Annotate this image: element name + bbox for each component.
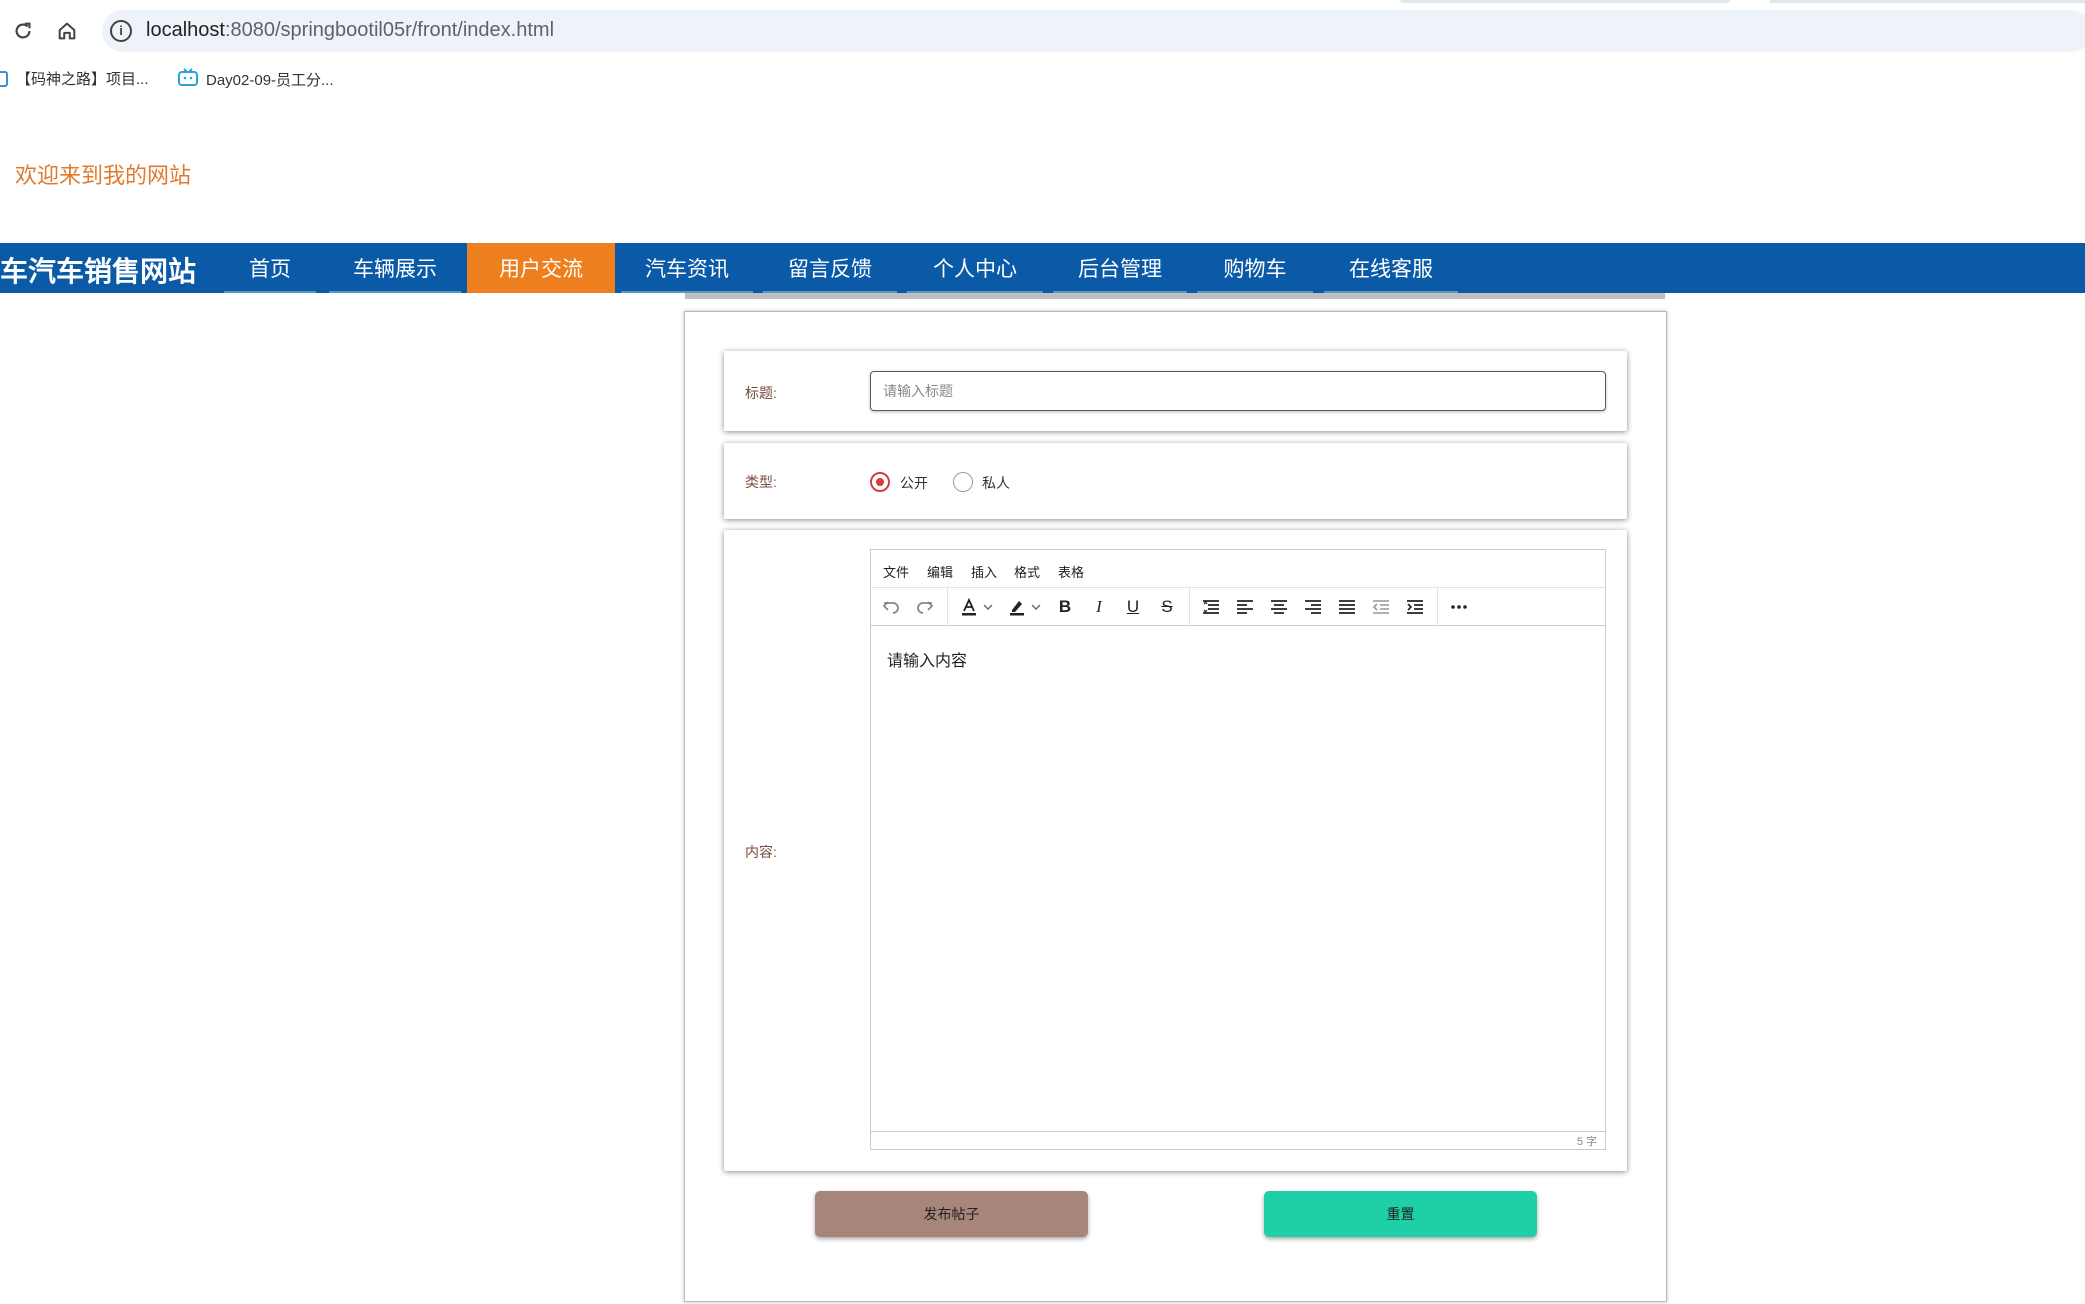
bookmark-label: Day02-09-员工分... <box>206 71 334 89</box>
align-right-icon[interactable] <box>1301 594 1325 620</box>
nav-label: 汽车资讯 <box>645 258 729 281</box>
nav-item-vehicles[interactable]: 车辆展示 <box>325 243 465 293</box>
title-label: 标题: <box>745 385 777 401</box>
line-height-icon[interactable] <box>1199 594 1223 620</box>
nav-label: 购物车 <box>1223 258 1287 281</box>
radio-private[interactable] <box>953 472 973 492</box>
title-input[interactable]: 请输入标题 <box>870 371 1606 411</box>
rich-text-editor[interactable]: 文件 编辑 插入 格式 表格 B I U S 请输入内容 5 字 <box>870 549 1606 1150</box>
redo-icon[interactable] <box>913 594 937 620</box>
bookmark-item-2[interactable]: Day02-09-员工分... <box>178 68 334 90</box>
menu-insert[interactable]: 插入 <box>971 562 997 581</box>
site-brand[interactable]: 车汽车销售网站 <box>0 250 196 290</box>
type-section <box>724 443 1627 519</box>
nav-label: 车辆展示 <box>353 258 437 281</box>
url-text[interactable]: localhost:8080/springbootil05r/front/ind… <box>146 19 554 42</box>
home-icon[interactable] <box>52 16 82 46</box>
nav-label: 个人中心 <box>933 258 1017 281</box>
tab-strip-edge-right <box>1770 0 2085 3</box>
bookmark-label: 【码神之路】项目... <box>16 71 149 88</box>
reset-button[interactable]: 重置 <box>1264 1191 1537 1237</box>
editor-toolbar: B I U S <box>871 588 1605 626</box>
nav-underline <box>224 291 316 293</box>
nav-item-profile[interactable]: 个人中心 <box>903 243 1047 293</box>
site-info-icon[interactable]: i <box>110 20 132 42</box>
nav-item-home[interactable]: 首页 <box>220 243 320 293</box>
bold-icon[interactable]: B <box>1053 594 1077 620</box>
nav-item-cart[interactable]: 购物车 <box>1193 243 1317 293</box>
indent-icon[interactable] <box>1403 594 1427 620</box>
align-justify-icon[interactable] <box>1335 594 1359 620</box>
editor-menubar: 文件 编辑 插入 格式 表格 <box>871 550 1605 588</box>
nav-underline <box>329 291 461 293</box>
editor-statusbar: 5 字 <box>871 1131 1605 1149</box>
menu-format[interactable]: 格式 <box>1014 562 1040 581</box>
nav-shadow <box>685 293 1665 299</box>
editor-content[interactable]: 请输入内容 <box>887 647 967 671</box>
align-left-icon[interactable] <box>1233 594 1257 620</box>
text-color-icon[interactable] <box>957 594 981 620</box>
reload-icon[interactable] <box>8 16 38 46</box>
underline-icon[interactable]: U <box>1121 594 1145 620</box>
nav-label: 首页 <box>249 258 291 281</box>
nav-label: 留言反馈 <box>788 258 872 281</box>
strikethrough-icon[interactable]: S <box>1155 594 1179 620</box>
content-label: 内容: <box>745 844 777 860</box>
publish-button[interactable]: 发布帖子 <box>815 1191 1088 1237</box>
url-host: localhost <box>146 19 225 41</box>
more-icon[interactable] <box>1447 594 1471 620</box>
nav-label: 后台管理 <box>1078 258 1162 281</box>
menu-table[interactable]: 表格 <box>1058 562 1084 581</box>
text-color-dropdown-icon[interactable] <box>981 594 995 620</box>
type-label: 类型: <box>745 474 777 490</box>
welcome-text: 欢迎来到我的网站 <box>15 163 192 188</box>
nav-item-feedback[interactable]: 留言反馈 <box>759 243 901 293</box>
radio-private-label[interactable]: 私人 <box>982 473 1010 493</box>
bilibili-icon <box>178 68 198 90</box>
toolbar-separator <box>1437 588 1438 626</box>
nav-item-news[interactable]: 汽车资讯 <box>617 243 757 293</box>
word-count: 5 字 <box>1576 1136 1597 1148</box>
nav-label: 在线客服 <box>1349 258 1433 281</box>
radio-public[interactable] <box>870 472 890 492</box>
nav-item-admin[interactable]: 后台管理 <box>1049 243 1191 293</box>
outdent-icon[interactable] <box>1369 594 1393 620</box>
tab-strip-edge <box>1400 0 1730 3</box>
bookmark-item-1[interactable]: 【码神之路】项目... <box>0 68 149 89</box>
toolbar-separator <box>947 588 948 626</box>
nav-label: 用户交流 <box>499 258 583 281</box>
menu-file[interactable]: 文件 <box>883 562 909 581</box>
undo-icon[interactable] <box>879 594 903 620</box>
nav-item-community[interactable]: 用户交流 <box>467 243 615 293</box>
bookmark-folder-icon <box>0 70 8 87</box>
align-center-icon[interactable] <box>1267 594 1291 620</box>
highlight-color-icon[interactable] <box>1005 594 1029 620</box>
nav-item-support[interactable]: 在线客服 <box>1320 243 1462 293</box>
highlight-dropdown-icon[interactable] <box>1029 594 1043 620</box>
toolbar-separator <box>1189 588 1190 626</box>
url-path: :8080/springbootil05r/front/index.html <box>224 19 555 41</box>
radio-public-label[interactable]: 公开 <box>900 473 928 493</box>
menu-edit[interactable]: 编辑 <box>927 562 953 581</box>
italic-icon[interactable]: I <box>1087 594 1111 620</box>
